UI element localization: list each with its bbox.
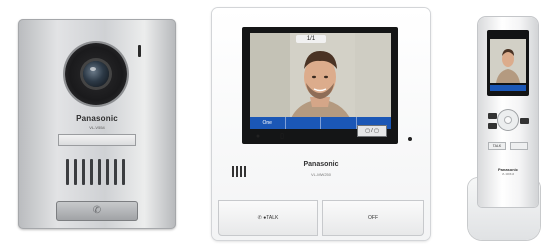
status-indicator: 1/1 bbox=[296, 35, 326, 43]
handset-left-key-2[interactable] bbox=[488, 123, 497, 129]
main-monitor: 1/1 One ● ▯ ▢ / ▢ Panasonic VL-MW250 ✆ ●… bbox=[212, 8, 430, 240]
door-station-model: VL-V554 bbox=[89, 125, 105, 130]
indicator-led bbox=[138, 45, 141, 57]
handset-off-button[interactable] bbox=[510, 142, 528, 150]
door-station-brand: Panasonic bbox=[76, 114, 118, 123]
nameplate bbox=[58, 134, 136, 146]
wireless-handset: TALK Panasonic VL-WD613 bbox=[478, 17, 538, 207]
handset-left-key[interactable] bbox=[488, 113, 497, 119]
soft-key-3[interactable] bbox=[321, 117, 357, 129]
monitor-button-row: ✆ ●TALK OFF bbox=[218, 200, 424, 236]
visitor-image bbox=[250, 33, 391, 129]
power-icon[interactable]: ● bbox=[254, 133, 262, 141]
handset-model: VL-WD613 bbox=[501, 173, 515, 176]
menu-icon[interactable]: ▯ bbox=[278, 133, 286, 141]
monitor-model: VL-MW250 bbox=[310, 172, 331, 177]
soft-key-1[interactable]: One bbox=[250, 117, 286, 129]
call-button[interactable]: ✆ bbox=[56, 201, 138, 221]
camera-housing bbox=[65, 43, 127, 105]
navigation-pad[interactable] bbox=[497, 109, 519, 131]
handset-screen bbox=[490, 39, 526, 83]
off-button[interactable]: OFF bbox=[322, 200, 424, 236]
handset-visitor-image bbox=[490, 39, 526, 83]
speaker-grille bbox=[64, 159, 130, 187]
talk-button[interactable]: ✆ ●TALK bbox=[218, 200, 318, 236]
handset-soft-bar bbox=[490, 85, 526, 91]
handset-screen-bezel bbox=[487, 30, 529, 96]
handset-brand: Panasonic bbox=[497, 167, 518, 172]
monitor-screen: 1/1 One bbox=[250, 33, 391, 129]
soft-key-2[interactable] bbox=[286, 117, 321, 129]
doorbell-icon: ✆ bbox=[92, 205, 102, 216]
handset-talk-button[interactable]: TALK bbox=[488, 142, 506, 150]
camera-lens-icon bbox=[83, 61, 109, 87]
product-photo: Panasonic VL-V554 ✆ 1/1 One ● ▯ ▢ / ▢ Pa… bbox=[0, 0, 543, 244]
mode-button[interactable]: ▢ / ▢ bbox=[357, 125, 387, 137]
handset-right-key[interactable] bbox=[520, 118, 529, 124]
sensor-dot bbox=[408, 137, 412, 141]
monitor-brand: Panasonic bbox=[303, 161, 339, 168]
door-station: Panasonic VL-V554 ✆ bbox=[18, 19, 176, 229]
